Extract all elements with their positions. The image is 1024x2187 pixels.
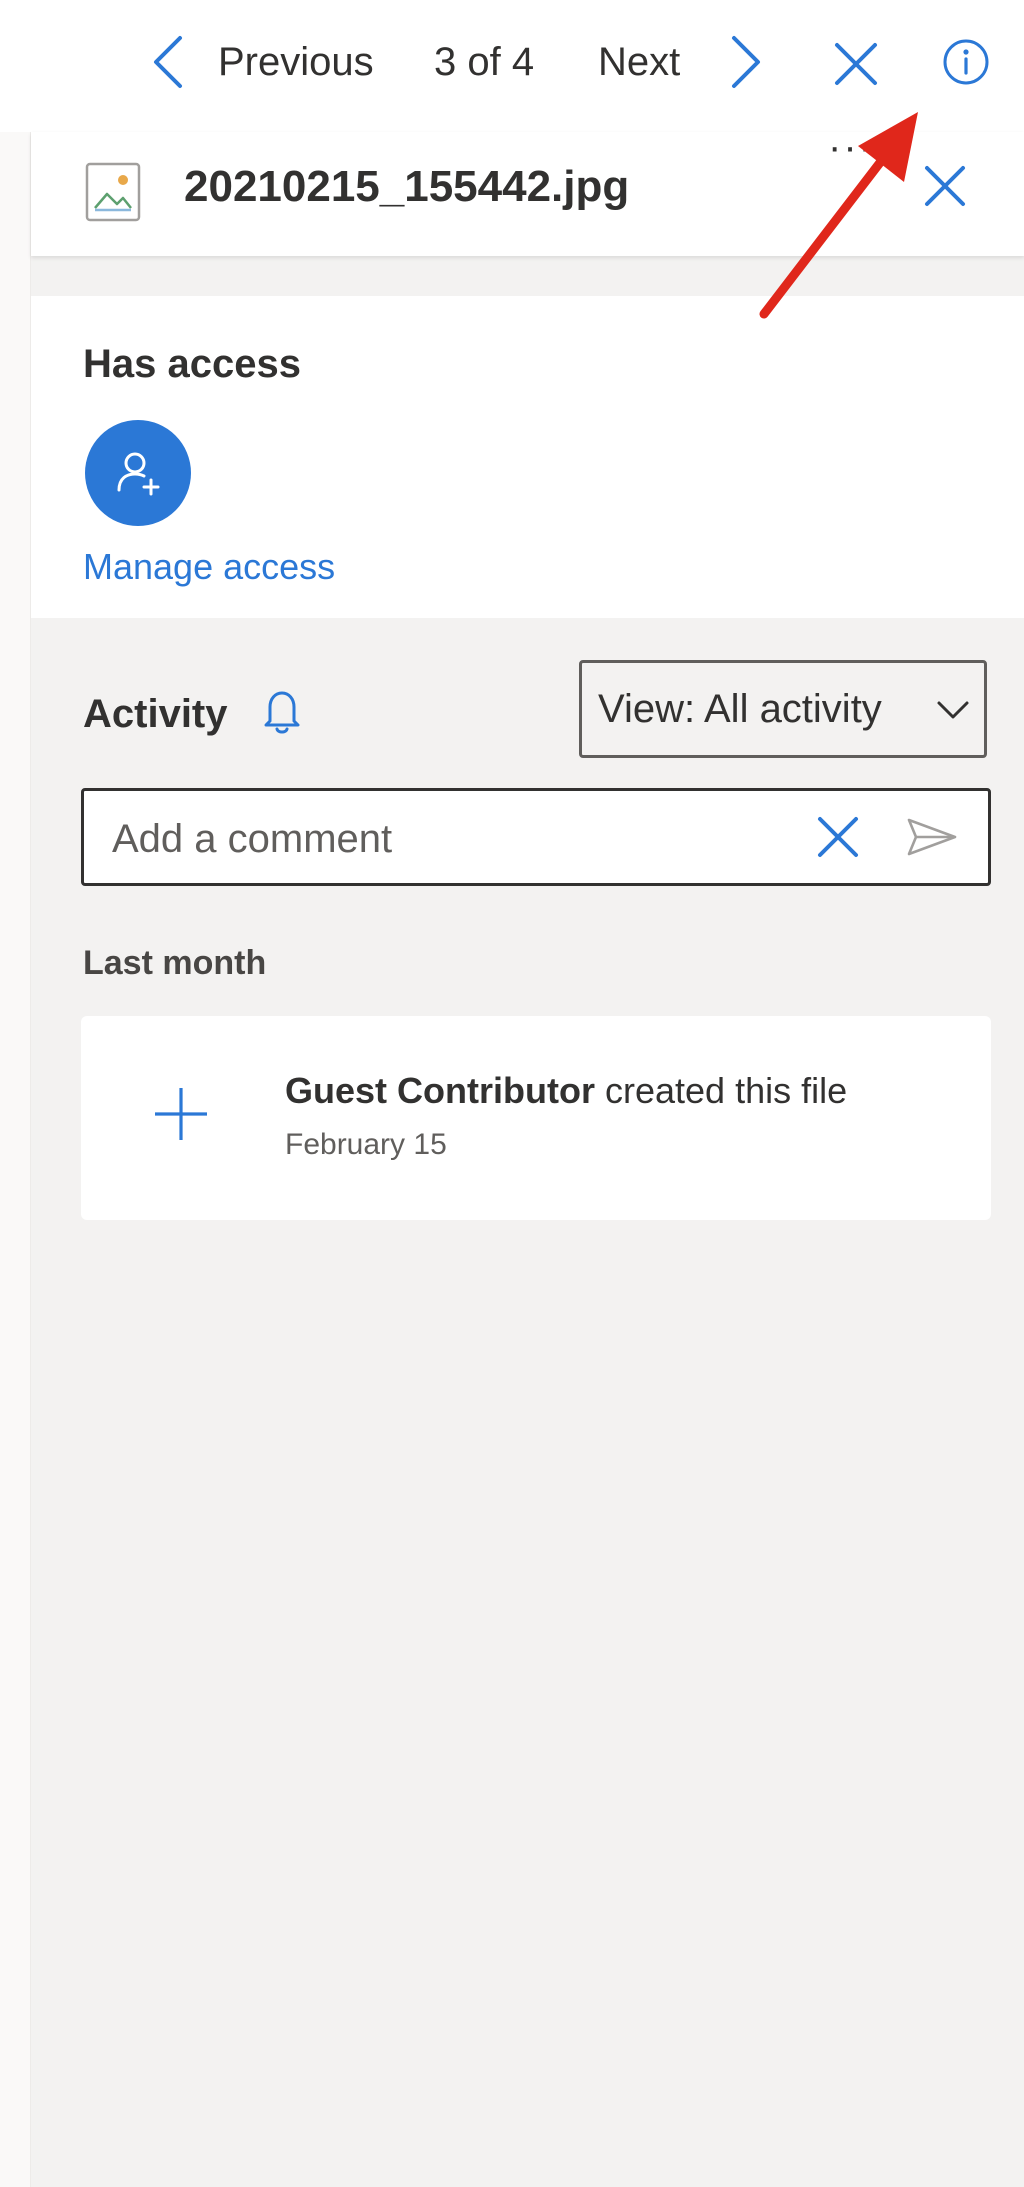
next-label[interactable]: Next — [598, 40, 680, 85]
next-button[interactable] — [724, 30, 768, 94]
activity-view-filter-label: View: All activity — [598, 686, 882, 731]
activity-group-label: Last month — [83, 944, 267, 982]
send-comment-button[interactable] — [902, 809, 962, 865]
page-position: 3 of 4 — [434, 40, 535, 84]
add-person-icon — [117, 452, 160, 496]
close-icon — [818, 817, 858, 857]
chevron-down-icon — [937, 701, 969, 719]
notifications-button[interactable] — [257, 682, 307, 742]
send-icon — [907, 818, 957, 856]
close-viewer-button[interactable] — [828, 36, 884, 92]
info-icon — [943, 39, 989, 85]
bell-icon — [264, 691, 300, 734]
activity-action: created this file — [605, 1070, 848, 1111]
info-button[interactable] — [938, 34, 994, 90]
image-file-icon — [85, 162, 141, 227]
file-header: 20210215_155442.jpg ··· — [31, 125, 1024, 256]
manage-access-button[interactable] — [85, 420, 191, 526]
more-icon: ··· — [828, 125, 874, 169]
has-access-section: Has access Manage access — [31, 296, 1024, 618]
manage-access-link[interactable]: Manage access — [83, 546, 335, 588]
previous-button[interactable] — [146, 30, 190, 94]
activity-date: February 15 — [285, 1128, 447, 1161]
has-access-title: Has access — [83, 342, 301, 386]
activity-item: Guest Contributor created this file Febr… — [81, 1016, 991, 1220]
activity-title: Activity — [83, 692, 228, 736]
activity-view-filter[interactable]: View: All activity — [579, 660, 987, 758]
chevron-left-icon — [154, 36, 182, 88]
comment-box — [81, 788, 991, 886]
clear-comment-button[interactable] — [812, 811, 864, 863]
viewer-navigation-bar: Previous 3 of 4 Next — [0, 0, 1024, 132]
chevron-right-icon — [732, 36, 760, 88]
close-pane-button[interactable] — [917, 158, 973, 214]
document-area-edge — [0, 132, 31, 2187]
plus-icon — [155, 1088, 207, 1140]
more-options-button[interactable]: ··· — [811, 125, 891, 172]
comment-input[interactable] — [112, 811, 762, 867]
close-icon — [835, 43, 877, 85]
activity-actor: Guest Contributor — [285, 1070, 595, 1111]
file-name: 20210215_155442.jpg — [184, 162, 630, 211]
close-icon — [925, 166, 965, 206]
previous-label[interactable]: Previous — [218, 40, 374, 85]
activity-description: Guest Contributor created this file — [285, 1070, 847, 1112]
details-pane: 20210215_155442.jpg ··· Has access Manag… — [31, 125, 1024, 2187]
